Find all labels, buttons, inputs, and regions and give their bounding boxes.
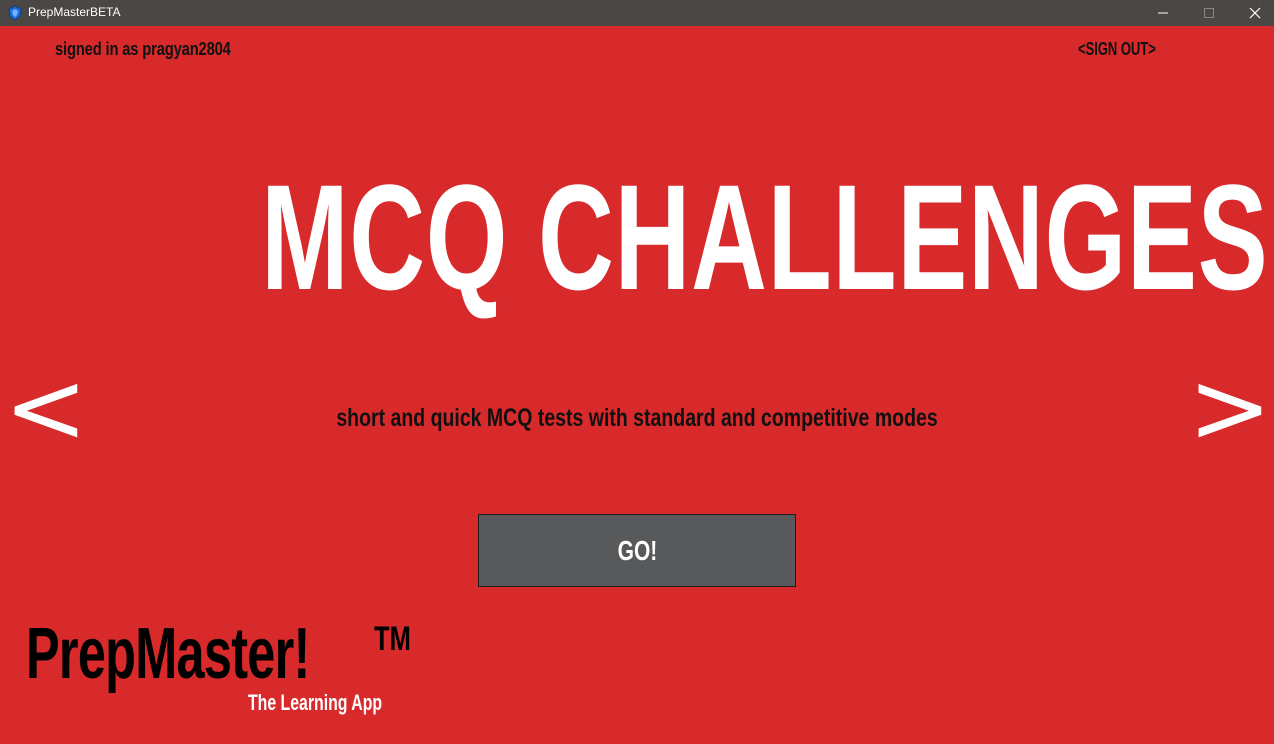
logo-trademark: TM — [374, 620, 411, 658]
previous-button[interactable]: < — [4, 358, 88, 458]
logo: PrepMaster! TM The Learning App — [26, 614, 446, 724]
go-button[interactable]: GO! — [478, 514, 796, 587]
signed-in-label: signed in as pragyan2804 — [55, 39, 231, 59]
window-titlebar: PrepMasterBETA — [0, 0, 1274, 26]
logo-tagline: The Learning App — [248, 690, 383, 715]
close-icon — [1249, 4, 1261, 23]
sign-out-link[interactable]: <SIGN OUT> — [1078, 39, 1156, 60]
logo-name: PrepMaster! — [26, 614, 310, 694]
main-panel: signed in as pragyan2804 <SIGN OUT> MCQ … — [0, 26, 1274, 744]
go-button-label: GO! — [617, 534, 657, 566]
maximize-button[interactable] — [1186, 0, 1232, 26]
maximize-icon — [1203, 4, 1215, 23]
minimize-button[interactable] — [1140, 0, 1186, 26]
close-button[interactable] — [1232, 0, 1274, 26]
minimize-icon — [1157, 4, 1169, 23]
challenge-description: short and quick MCQ tests with standard … — [336, 404, 938, 432]
next-button[interactable]: > — [1188, 358, 1272, 458]
window-title: PrepMasterBETA — [28, 5, 121, 19]
page-title: MCQ CHALLENGES — [261, 153, 1269, 321]
app-icon — [7, 5, 23, 21]
